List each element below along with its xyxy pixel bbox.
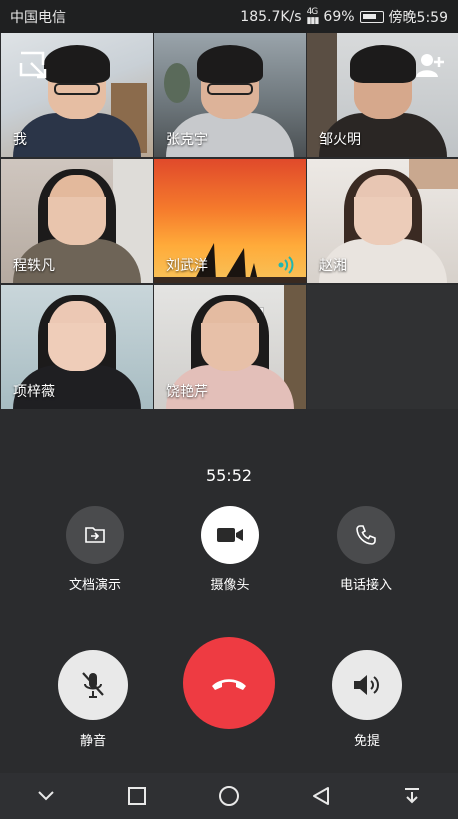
speaker-icon bbox=[354, 675, 379, 695]
speaking-wave-icon bbox=[278, 256, 294, 274]
participant-name: 张克宇 bbox=[166, 132, 208, 148]
share-doc-button[interactable] bbox=[66, 506, 124, 564]
participant-tile[interactable]: 程轶凡 bbox=[1, 159, 153, 283]
participant-tile[interactable]: 项梓薇 bbox=[1, 285, 153, 409]
battery-icon bbox=[359, 10, 384, 23]
status-indicators: 185.7K/s 4G ▮▮▮ 69% 傍晚5:59 bbox=[240, 7, 448, 27]
circle-icon bbox=[218, 786, 239, 806]
file-share-icon bbox=[85, 527, 105, 543]
carrier-label: 中国电信 bbox=[10, 9, 66, 26]
participant-name: 邹火明 bbox=[319, 132, 361, 148]
mute-control: 静音 bbox=[48, 650, 138, 749]
system-nav-bar bbox=[0, 773, 458, 819]
video-grid: 我 张克宇 邹火明 程轶凡 刘武洋 赵湘 项梓薇 饶艳芹 bbox=[0, 33, 458, 411]
square-icon bbox=[128, 787, 147, 805]
phone-icon bbox=[356, 525, 376, 545]
minimize-window-icon[interactable] bbox=[19, 51, 49, 79]
clock: 傍晚5:59 bbox=[388, 9, 448, 26]
speaker-control: 免提 bbox=[322, 650, 412, 749]
add-person-icon[interactable] bbox=[415, 51, 445, 79]
participant-name: 我 bbox=[13, 132, 27, 148]
phone-in-button[interactable] bbox=[337, 506, 395, 564]
nav-recents-button[interactable] bbox=[117, 776, 157, 816]
participant-tile[interactable]: 赵湘 bbox=[307, 159, 458, 283]
participant-name: 刘武洋 bbox=[166, 258, 208, 274]
camera-label: 摄像头 bbox=[210, 578, 250, 593]
participant-name: 项梓薇 bbox=[13, 384, 55, 400]
nav-hide-button[interactable] bbox=[26, 776, 66, 816]
phone-in-label: 电话接入 bbox=[339, 578, 392, 593]
speaker-button[interactable] bbox=[332, 650, 402, 720]
phone-in-control: 电话接入 bbox=[326, 506, 406, 593]
participant-tile[interactable]: 邹火明 bbox=[307, 33, 458, 157]
video-camera-icon bbox=[217, 528, 243, 542]
mute-button[interactable] bbox=[58, 650, 128, 720]
share-doc-label: 文档演示 bbox=[68, 578, 121, 593]
mic-off-icon bbox=[82, 672, 104, 698]
nav-notification-button[interactable] bbox=[392, 776, 432, 816]
camera-button[interactable] bbox=[201, 506, 259, 564]
call-duration: 55:52 bbox=[205, 466, 253, 485]
battery-percent: 69% bbox=[323, 8, 355, 25]
speaker-label: 免提 bbox=[353, 734, 380, 749]
signal-icon: 4G ▮▮▮ bbox=[306, 6, 320, 26]
share-doc-control: 文档演示 bbox=[55, 506, 135, 593]
chevron-down-icon bbox=[38, 791, 54, 801]
network-speed: 185.7K/s bbox=[240, 8, 302, 25]
camera-control: 摄像头 bbox=[190, 506, 270, 593]
hang-up-icon bbox=[212, 679, 246, 690]
participant-name: 饶艳芹 bbox=[166, 384, 208, 400]
participant-tile[interactable]: 张克宇 bbox=[154, 33, 306, 157]
participant-tile[interactable]: 刘武洋 bbox=[154, 159, 306, 283]
nav-back-button[interactable] bbox=[301, 776, 341, 816]
status-bar: 中国电信 185.7K/s 4G ▮▮▮ 69% 傍晚5:59 bbox=[0, 0, 458, 33]
mute-label: 静音 bbox=[79, 734, 106, 749]
participant-tile[interactable]: 饶艳芹 bbox=[154, 285, 306, 409]
participant-name: 赵湘 bbox=[319, 258, 347, 274]
participant-name: 程轶凡 bbox=[13, 258, 55, 274]
participant-tile-me[interactable]: 我 bbox=[1, 33, 153, 157]
empty-slot bbox=[307, 285, 458, 409]
nav-home-button[interactable] bbox=[209, 776, 249, 816]
hang-up-button[interactable] bbox=[183, 637, 275, 729]
back-triangle-icon bbox=[312, 787, 329, 805]
hangup-control bbox=[183, 637, 275, 729]
notification-pull-icon bbox=[405, 788, 420, 804]
